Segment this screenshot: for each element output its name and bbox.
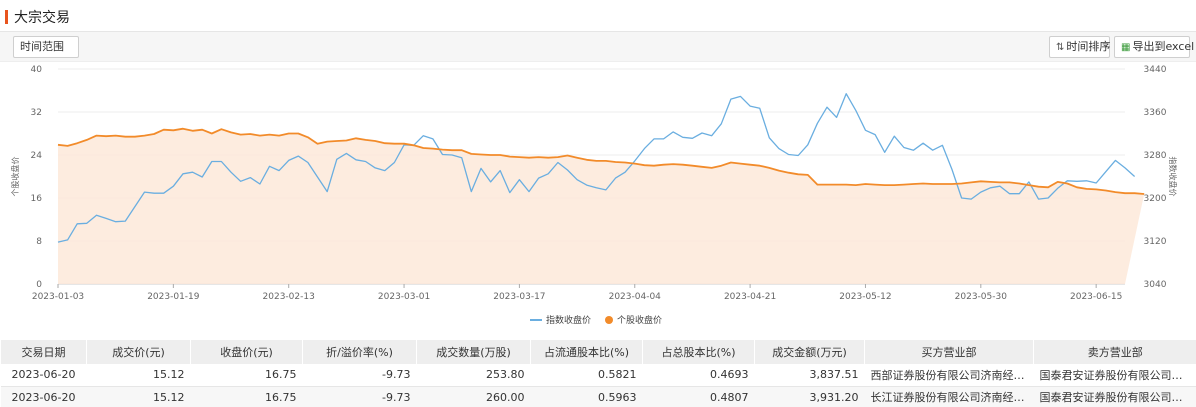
toolbar: 时间范围 ⇅ 时间排序 ▦ 导出到excel <box>0 32 1196 62</box>
table-cell: 3,931.20 <box>754 386 865 407</box>
y-right-tick-label: 3280 <box>1144 151 1167 161</box>
x-tick-label: 2023-05-30 <box>955 292 1008 302</box>
table-row[interactable]: 2023-06-20 15.12 16.75 -9.73 253.80 0.5821 0.4… <box>0 364 1196 387</box>
x-tick-label: 2023-02-13 <box>263 292 315 302</box>
column-header[interactable]: 卖方营业部 <box>1033 340 1196 364</box>
y-right-tick-label: 3120 <box>1144 237 1167 247</box>
y-left-tick-label: 16 <box>31 194 43 204</box>
table-cell: 0.5963 <box>530 386 643 407</box>
table-cell: 253.80 <box>416 364 531 387</box>
table-cell: 西部证券股份有限公司济南经十路... <box>864 364 1034 387</box>
table-cell: 260.00 <box>416 386 531 407</box>
table-cell: -9.73 <box>302 386 417 407</box>
table-cell: 3,837.51 <box>754 364 865 387</box>
table-row[interactable]: 2023-06-20 15.12 16.75 -9.73 260.00 0.5963 0.4… <box>0 386 1196 407</box>
table-cell: 15.12 <box>86 386 191 407</box>
panel-header: 大宗交易 <box>0 0 1196 32</box>
block-trade-table: 交易日期 成交价(元) 收盘价(元) 折/溢价率(%) 成交数量(万股) 占流通股本比(%… <box>0 340 1196 407</box>
y-right-axis-title: 指数收盘价 <box>1168 157 1178 197</box>
y-left-tick-label: 8 <box>36 237 42 247</box>
panel-title: 大宗交易 <box>14 10 70 26</box>
table-cell: 长江证券股份有限公司济南经十路... <box>864 386 1034 407</box>
table-cell: 0.5821 <box>530 364 643 387</box>
export-excel-button[interactable]: ▦ 导出到excel <box>1114 36 1194 58</box>
export-excel-label: 导出到excel <box>1132 40 1195 53</box>
column-header[interactable]: 成交数量(万股) <box>416 340 531 364</box>
stock-area-layer <box>58 128 1145 284</box>
x-tick-label: 2023-04-21 <box>724 292 776 302</box>
table-cell: 15.12 <box>86 364 191 387</box>
x-tick-label: 2023-01-03 <box>32 292 84 302</box>
table-cell: 16.75 <box>190 386 303 407</box>
legend-stock-swatch <box>605 316 613 324</box>
x-tick-label: 2023-05-12 <box>839 292 891 302</box>
x-tick-label: 2023-03-01 <box>378 292 430 302</box>
table-cell: 国泰君安证券股份有限公司瑞尔果... <box>1033 364 1196 387</box>
y-left-axis-title: 个股收盘价 <box>10 157 20 197</box>
y-left-tick-label: 24 <box>31 151 43 161</box>
x-tick-label: 2023-04-04 <box>609 292 662 302</box>
y-left-tick-label: 32 <box>31 108 42 118</box>
column-header[interactable]: 成交价(元) <box>86 340 191 364</box>
y-right-tick-label: 3040 <box>1144 280 1167 290</box>
legend-index-label: 指数收盘价 <box>546 314 591 326</box>
column-header[interactable]: 交易日期 <box>0 340 87 364</box>
time-range-button[interactable]: 时间范围 <box>13 36 79 58</box>
table-cell: -9.73 <box>302 364 417 387</box>
y-right-tick-label: 3360 <box>1144 108 1167 118</box>
legend-stock-label: 个股收盘价 <box>617 314 662 326</box>
table-cell: 国泰君安证券股份有限公司瑞尔果... <box>1033 386 1196 407</box>
time-sort-button[interactable]: ⇅ 时间排序 <box>1049 36 1110 58</box>
y-left-tick-label: 40 <box>31 65 43 75</box>
price-chart: 4032241680344033603280320031203040个股收盘价指… <box>10 65 1178 326</box>
x-tick-label: 2023-03-17 <box>493 292 545 302</box>
time-sort-label: 时间排序 <box>1066 40 1111 53</box>
header-accent-bar <box>5 10 8 24</box>
x-tick-label: 2023-01-19 <box>147 292 200 302</box>
x-tick-label: 2023-06-15 <box>1070 292 1122 302</box>
chart-legend: 指数收盘价 个股收盘价 <box>530 314 662 326</box>
column-header[interactable]: 成交金额(万元) <box>754 340 865 364</box>
column-header[interactable]: 折/溢价率(%) <box>302 340 417 364</box>
y-right-tick-label: 3200 <box>1144 194 1167 204</box>
stock-area-fill <box>58 128 1145 284</box>
table-cell: 0.4807 <box>642 386 755 407</box>
table-body: 2023-06-20 15.12 16.75 -9.73 253.80 0.5821 0.4… <box>0 364 1196 407</box>
y-right-tick-label: 3440 <box>1144 65 1167 75</box>
column-header[interactable]: 买方营业部 <box>864 340 1034 364</box>
time-range-label: 时间范围 <box>20 40 64 53</box>
y-left-tick-label: 0 <box>36 280 42 290</box>
table-cell: 16.75 <box>190 364 303 387</box>
table-header-row: 交易日期 成交价(元) 收盘价(元) 折/溢价率(%) 成交数量(万股) 占流通股本比(%… <box>0 340 1196 364</box>
column-header[interactable]: 收盘价(元) <box>190 340 303 364</box>
excel-icon: ▦ <box>1121 42 1131 53</box>
table-cell: 2023-06-20 <box>0 364 87 387</box>
sort-icon: ⇅ <box>1056 42 1065 53</box>
table-cell: 0.4693 <box>642 364 755 387</box>
table-cell: 2023-06-20 <box>0 386 87 407</box>
column-header[interactable]: 占流通股本比(%) <box>530 340 643 364</box>
column-header[interactable]: 占总股本比(%) <box>642 340 755 364</box>
